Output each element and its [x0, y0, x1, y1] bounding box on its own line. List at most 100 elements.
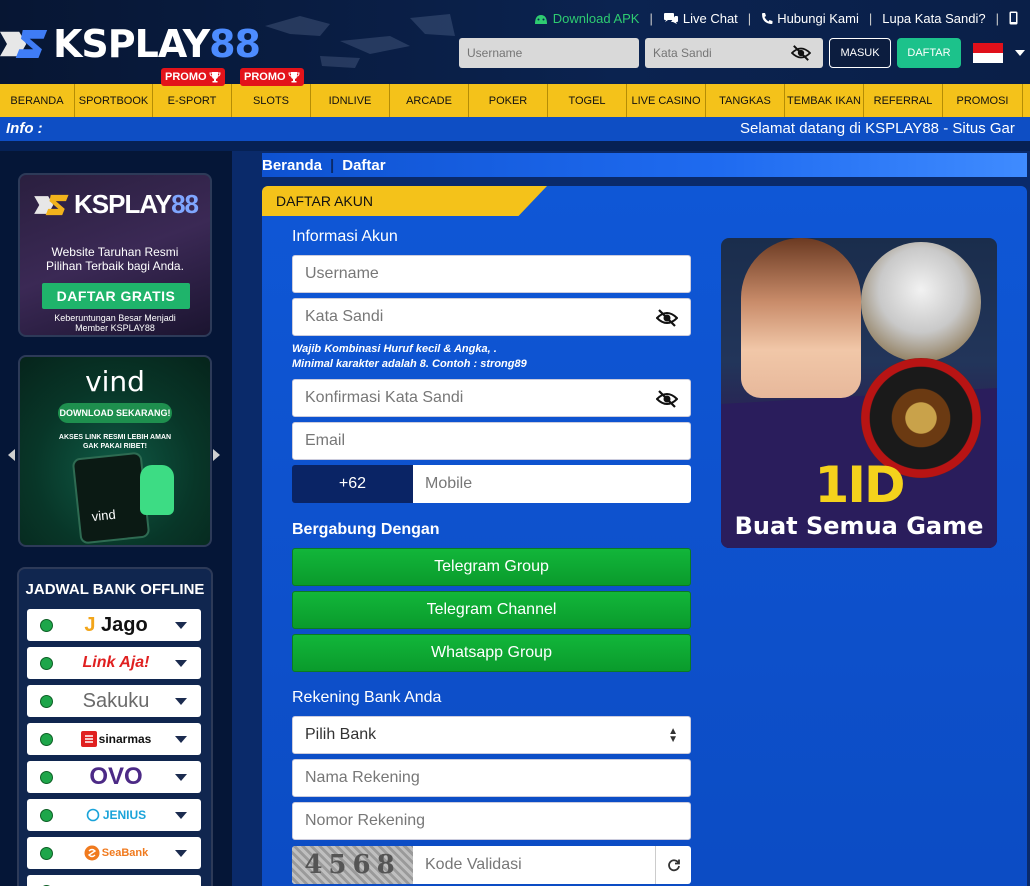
chevron-down-icon[interactable]: [175, 622, 187, 629]
mobile-icon: [1009, 11, 1018, 25]
carousel-prev-icon[interactable]: [8, 449, 15, 461]
chevron-down-icon[interactable]: [175, 774, 187, 781]
password-hint: Wajib Kombinasi Huruf kecil & Angka, . M…: [292, 343, 527, 370]
id-flag-icon[interactable]: [973, 43, 1003, 63]
seabank-logo-icon: [84, 845, 100, 861]
status-online-icon: [40, 619, 53, 632]
section-bank-label: Rekening Bank Anda: [292, 689, 442, 706]
nav-togel[interactable]: TOGEL: [548, 84, 627, 117]
bank-item-sakuku[interactable]: Sakuku: [27, 685, 201, 717]
eye-slash-icon[interactable]: [656, 308, 678, 328]
bank-logo-sakuku: Sakuku: [82, 689, 150, 712]
masuk-button[interactable]: MASUK: [829, 38, 891, 68]
logo-wordmark: KSPLAY88: [52, 22, 261, 66]
refresh-icon[interactable]: [655, 846, 691, 884]
carousel-next-icon[interactable]: [213, 449, 220, 461]
bank-schedule-title: JADWAL BANK OFFLINE: [25, 581, 205, 598]
validation-code-input[interactable]: Kode Validasi: [413, 846, 655, 884]
bank-select[interactable]: Pilih Bank ▲ ▼: [292, 716, 691, 754]
daftar-button[interactable]: DAFTAR: [897, 38, 961, 68]
bank-item-sinarmas[interactable]: sinarmas: [27, 723, 201, 755]
phone-field: +62 Mobile: [292, 465, 691, 503]
login-form: MASUK DAFTAR: [459, 38, 1025, 68]
site-logo[interactable]: KSPLAY88: [0, 20, 261, 68]
eye-slash-icon[interactable]: [791, 44, 811, 62]
register-banner[interactable]: KSPLAY88 Website Taruhan Resmi Pilihan T…: [18, 173, 212, 337]
country-code: +62: [292, 465, 413, 503]
account-number-input[interactable]: Nomor Rekening: [292, 802, 691, 840]
status-online-icon: [40, 733, 53, 746]
banner-footnote: Keberuntungan Besar Menjadi Member KSPLA…: [54, 313, 176, 333]
chevron-down-icon[interactable]: [175, 736, 187, 743]
daftar-gratis-button[interactable]: DAFTAR GRATIS: [42, 283, 190, 309]
chevron-down-icon[interactable]: [175, 812, 187, 819]
nav-live-casino[interactable]: LIVE CASINO: [627, 84, 706, 117]
info-marquee: Info : Selamat datang di KSPLAY88 - Situ…: [0, 117, 1030, 141]
promo-model-image: [741, 238, 861, 398]
register-panel: DAFTAR AKUN Informasi Akun Username Kata…: [262, 186, 1027, 886]
bank-item-ovo[interactable]: OVO: [27, 761, 201, 793]
bank-item-partial[interactable]: [27, 875, 201, 886]
nav-arcade[interactable]: ARCADE: [390, 84, 469, 117]
android-robot-icon: [140, 465, 174, 515]
promo-banner-1id[interactable]: 1ID Buat Semua Game: [721, 238, 997, 548]
header-username-input[interactable]: [459, 38, 639, 68]
nav-poker[interactable]: POKER: [469, 84, 548, 117]
bank-logo-sinarmas: sinarmas: [71, 723, 161, 755]
nav-slots[interactable]: SLOTS: [232, 84, 311, 117]
bank-logo-jago: J Jago: [84, 613, 148, 636]
telegram-group-button[interactable]: Telegram Group: [292, 548, 691, 586]
telegram-channel-button[interactable]: Telegram Channel: [292, 591, 691, 629]
nav-promosi[interactable]: PROMOSI: [943, 84, 1023, 117]
indonesia-map-decoration: [265, 14, 455, 68]
contact-link[interactable]: Hubungi Kami: [761, 11, 859, 26]
phone-icon: [762, 12, 773, 24]
mobile-input[interactable]: Mobile: [413, 465, 691, 503]
chevron-down-icon[interactable]: [1015, 50, 1025, 56]
nav-idnlive[interactable]: IDNLIVE: [311, 84, 390, 117]
main-nav: BERANDA SPORTBOOK E-SPORT SLOTS IDNLIVE …: [0, 84, 1030, 117]
breadcrumb-home[interactable]: Beranda: [262, 157, 322, 174]
eye-slash-icon[interactable]: [656, 389, 678, 409]
captcha-image: 4568: [292, 846, 413, 884]
live-chat-link[interactable]: Live Chat: [663, 11, 738, 26]
breadcrumb: Beranda | Daftar: [262, 153, 1027, 177]
download-apk-link[interactable]: Download APK: [533, 11, 639, 26]
site-header: KSPLAY88 Download APK | Live Chat | Hubu…: [0, 0, 1030, 84]
sinarmas-logo-icon: [80, 731, 97, 747]
promo-subtitle: Buat Semua Game: [734, 512, 984, 540]
mobile-link[interactable]: [1009, 11, 1018, 25]
vind-app-banner[interactable]: vind DOWNLOAD SEKARANG! AKSES LINK RESMI…: [18, 355, 212, 547]
bank-item-jenius[interactable]: JENIUS: [27, 799, 201, 831]
chevron-down-icon[interactable]: [175, 850, 187, 857]
confirm-password-input[interactable]: Konfirmasi Kata Sandi: [292, 379, 691, 417]
username-input[interactable]: Username: [292, 255, 691, 293]
bank-logo-linkaja: Link Aja!: [82, 654, 150, 671]
chat-icon: [663, 12, 678, 24]
status-online-icon: [40, 657, 53, 670]
nav-beranda[interactable]: BERANDA: [0, 84, 75, 117]
forgot-password-link[interactable]: Lupa Kata Sandi?: [882, 11, 985, 26]
bank-item-linkaja[interactable]: Link Aja!: [27, 647, 201, 679]
password-input[interactable]: Kata Sandi: [292, 298, 691, 336]
whatsapp-group-button[interactable]: Whatsapp Group: [292, 634, 691, 672]
nav-overflow: [1023, 84, 1028, 117]
bank-item-seabank[interactable]: SeaBank: [27, 837, 201, 869]
nav-sportbook[interactable]: SPORTBOOK: [75, 84, 153, 117]
nav-referral[interactable]: REFERRAL: [864, 84, 943, 117]
nav-tembak-ikan[interactable]: TEMBAK IKAN: [785, 84, 864, 117]
status-online-icon: [40, 695, 53, 708]
chevron-down-icon[interactable]: [175, 660, 187, 667]
chevron-down-icon[interactable]: [175, 698, 187, 705]
bank-item-jago[interactable]: J Jago: [27, 609, 201, 641]
select-arrows-icon: ▲ ▼: [668, 726, 678, 745]
ksplay-logo-icon: [34, 194, 69, 215]
bank-logo-seabank: SeaBank: [71, 837, 161, 869]
status-online-icon: [40, 847, 53, 860]
status-online-icon: [40, 771, 53, 784]
email-input[interactable]: Email: [292, 422, 691, 460]
account-name-input[interactable]: Nama Rekening: [292, 759, 691, 797]
nav-tangkas[interactable]: TANGKAS: [706, 84, 785, 117]
nav-esport[interactable]: E-SPORT: [153, 84, 232, 117]
download-now-button[interactable]: DOWNLOAD SEKARANG!: [58, 403, 172, 423]
